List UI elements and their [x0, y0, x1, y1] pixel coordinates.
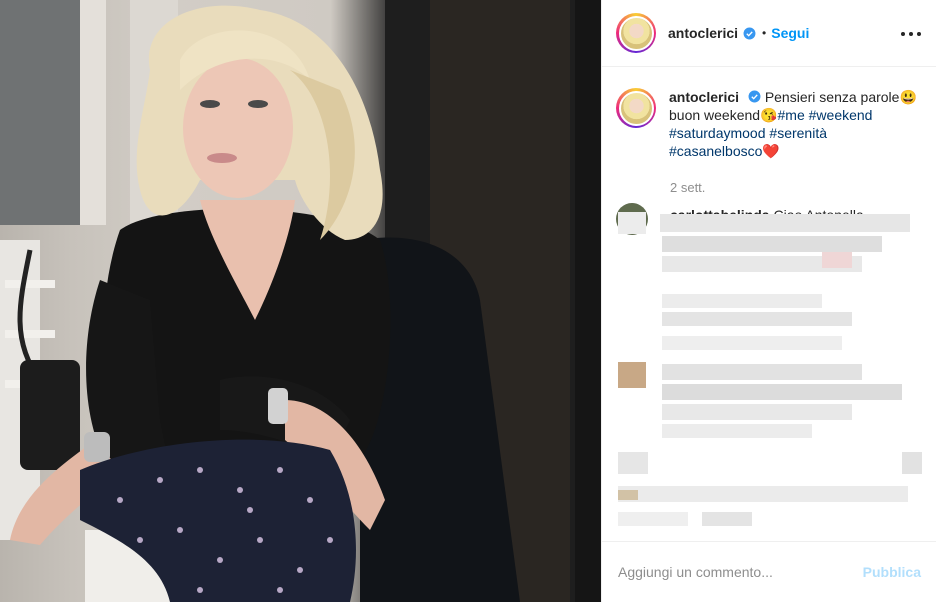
- pixel-block: [618, 452, 648, 474]
- verified-badge-icon: [743, 27, 756, 39]
- pixel-block: [662, 294, 822, 308]
- pixel-block: [662, 236, 882, 252]
- hashtag-casanelbosco[interactable]: #casanelbosco: [669, 143, 762, 159]
- heart-emoji: ❤️: [762, 143, 780, 159]
- pixel-block: [618, 486, 908, 502]
- pixel-block: [662, 424, 812, 438]
- pixelated-comments: [602, 212, 936, 542]
- photo-illustration: [0, 0, 601, 602]
- post-caption: antoclerici Pensieri senza parole😃 buon …: [616, 88, 921, 160]
- post-header: antoclerici • Segui: [602, 0, 936, 67]
- follow-button[interactable]: Segui: [771, 25, 809, 41]
- comment-input[interactable]: [618, 564, 863, 580]
- pixel-block: [618, 512, 688, 526]
- pixel-block: [618, 212, 646, 234]
- post-timestamp[interactable]: 2 sett.: [670, 180, 705, 195]
- caption-text: antoclerici Pensieri senza parole😃 buon …: [669, 88, 919, 160]
- caption-line-2: buon weekend😘: [669, 107, 778, 123]
- hashtag-me[interactable]: #me: [778, 107, 805, 123]
- post-photo[interactable]: [0, 0, 601, 602]
- pixel-block: [822, 252, 852, 268]
- hashtag-serenita[interactable]: #serenità: [769, 125, 827, 141]
- pixel-block: [702, 512, 752, 526]
- window: [0, 0, 80, 225]
- caption-username[interactable]: antoclerici: [669, 89, 739, 105]
- hashtag-weekend[interactable]: #weekend: [809, 107, 873, 123]
- pixel-block: [660, 214, 910, 232]
- publish-button[interactable]: Pubblica: [863, 564, 921, 580]
- pixel-block: [618, 362, 646, 388]
- pixel-block: [662, 336, 842, 350]
- pixel-block: [662, 312, 852, 326]
- pixel-block: [662, 404, 852, 420]
- pixel-block: [662, 364, 862, 380]
- comment-form: Pubblica: [602, 541, 936, 602]
- caption-avatar[interactable]: [616, 88, 656, 128]
- hashtag-saturdaymood[interactable]: #saturdaymood: [669, 125, 766, 141]
- profile-avatar[interactable]: [616, 13, 656, 53]
- caption-line-1: Pensieri senza parole😃: [764, 89, 917, 105]
- more-options-icon[interactable]: [901, 24, 921, 44]
- header-username[interactable]: antoclerici: [668, 25, 738, 41]
- separator-dot: •: [762, 26, 767, 40]
- pixel-block: [662, 384, 902, 400]
- pixel-block: [618, 490, 638, 500]
- post-sidebar: antoclerici • Segui antoclerici Pensieri…: [601, 0, 936, 602]
- verified-badge-icon: [748, 90, 761, 103]
- pixel-block: [902, 452, 922, 474]
